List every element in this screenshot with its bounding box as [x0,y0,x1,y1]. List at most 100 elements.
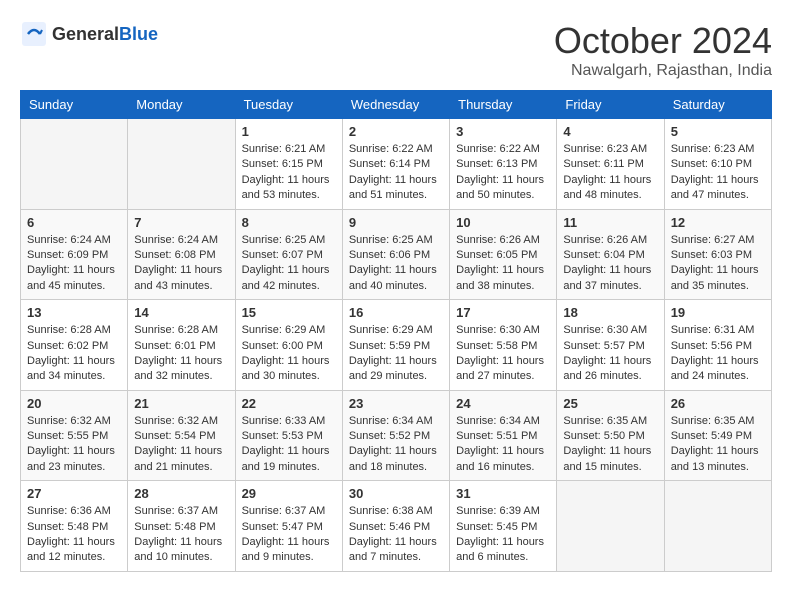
week-row-5: 27 Sunrise: 6:36 AM Sunset: 5:48 PM Dayl… [21,481,772,572]
calendar-cell [128,119,235,210]
sunset-label: Sunset: 5:46 PM [349,521,430,533]
day-number: 24 [456,396,550,411]
day-number: 2 [349,124,443,139]
day-info: Sunrise: 6:24 AM Sunset: 6:09 PM Dayligh… [27,233,121,295]
day-info: Sunrise: 6:35 AM Sunset: 5:49 PM Dayligh… [671,414,765,476]
logo: GeneralBlue [20,20,158,48]
calendar-cell: 5 Sunrise: 6:23 AM Sunset: 6:10 PM Dayli… [664,119,771,210]
sunset-label: Sunset: 5:59 PM [349,340,430,352]
day-info: Sunrise: 6:22 AM Sunset: 6:14 PM Dayligh… [349,142,443,204]
day-info: Sunrise: 6:27 AM Sunset: 6:03 PM Dayligh… [671,233,765,295]
day-info: Sunrise: 6:35 AM Sunset: 5:50 PM Dayligh… [563,414,657,476]
sunrise-label: Sunrise: 6:30 AM [563,324,647,336]
daylight-label: Daylight: 11 hours and 10 minutes. [134,536,222,563]
calendar-header-row: SundayMondayTuesdayWednesdayThursdayFrid… [21,91,772,119]
calendar-cell: 30 Sunrise: 6:38 AM Sunset: 5:46 PM Dayl… [342,481,449,572]
sunset-label: Sunset: 6:00 PM [242,340,323,352]
page-header: GeneralBlue October 2024 Nawalgarh, Raja… [20,20,772,80]
sunrise-label: Sunrise: 6:26 AM [563,234,647,246]
week-row-4: 20 Sunrise: 6:32 AM Sunset: 5:55 PM Dayl… [21,390,772,481]
daylight-label: Daylight: 11 hours and 42 minutes. [242,264,330,291]
day-number: 12 [671,215,765,230]
daylight-label: Daylight: 11 hours and 32 minutes. [134,355,222,382]
daylight-label: Daylight: 11 hours and 13 minutes. [671,445,759,472]
daylight-label: Daylight: 11 hours and 12 minutes. [27,536,115,563]
calendar-cell: 6 Sunrise: 6:24 AM Sunset: 6:09 PM Dayli… [21,209,128,300]
day-info: Sunrise: 6:21 AM Sunset: 6:15 PM Dayligh… [242,142,336,204]
day-info: Sunrise: 6:26 AM Sunset: 6:05 PM Dayligh… [456,233,550,295]
day-number: 31 [456,486,550,501]
sunset-label: Sunset: 5:53 PM [242,430,323,442]
calendar-cell: 24 Sunrise: 6:34 AM Sunset: 5:51 PM Dayl… [450,390,557,481]
day-info: Sunrise: 6:37 AM Sunset: 5:47 PM Dayligh… [242,504,336,566]
calendar-cell: 15 Sunrise: 6:29 AM Sunset: 6:00 PM Dayl… [235,300,342,391]
daylight-label: Daylight: 11 hours and 34 minutes. [27,355,115,382]
sunrise-label: Sunrise: 6:22 AM [456,143,540,155]
logo-icon [20,20,48,48]
daylight-label: Daylight: 11 hours and 27 minutes. [456,355,544,382]
day-number: 29 [242,486,336,501]
sunset-label: Sunset: 6:14 PM [349,158,430,170]
day-number: 23 [349,396,443,411]
sunrise-label: Sunrise: 6:25 AM [242,234,326,246]
calendar-cell: 11 Sunrise: 6:26 AM Sunset: 6:04 PM Dayl… [557,209,664,300]
day-header-monday: Monday [128,91,235,119]
sunrise-label: Sunrise: 6:36 AM [27,505,111,517]
day-number: 18 [563,305,657,320]
sunset-label: Sunset: 6:06 PM [349,249,430,261]
day-info: Sunrise: 6:36 AM Sunset: 5:48 PM Dayligh… [27,504,121,566]
sunset-label: Sunset: 5:51 PM [456,430,537,442]
calendar-cell: 25 Sunrise: 6:35 AM Sunset: 5:50 PM Dayl… [557,390,664,481]
sunset-label: Sunset: 6:03 PM [671,249,752,261]
day-info: Sunrise: 6:28 AM Sunset: 6:02 PM Dayligh… [27,323,121,385]
day-number: 20 [27,396,121,411]
sunset-label: Sunset: 5:47 PM [242,521,323,533]
daylight-label: Daylight: 11 hours and 30 minutes. [242,355,330,382]
daylight-label: Daylight: 11 hours and 18 minutes. [349,445,437,472]
day-info: Sunrise: 6:25 AM Sunset: 6:07 PM Dayligh… [242,233,336,295]
daylight-label: Daylight: 11 hours and 16 minutes. [456,445,544,472]
sunrise-label: Sunrise: 6:29 AM [242,324,326,336]
day-header-sunday: Sunday [21,91,128,119]
day-number: 19 [671,305,765,320]
calendar-cell: 1 Sunrise: 6:21 AM Sunset: 6:15 PM Dayli… [235,119,342,210]
calendar-cell: 22 Sunrise: 6:33 AM Sunset: 5:53 PM Dayl… [235,390,342,481]
sunset-label: Sunset: 5:56 PM [671,340,752,352]
sunset-label: Sunset: 5:52 PM [349,430,430,442]
calendar-cell: 10 Sunrise: 6:26 AM Sunset: 6:05 PM Dayl… [450,209,557,300]
calendar-cell: 23 Sunrise: 6:34 AM Sunset: 5:52 PM Dayl… [342,390,449,481]
logo-text-general: General [52,24,119,44]
day-number: 14 [134,305,228,320]
sunrise-label: Sunrise: 6:22 AM [349,143,433,155]
week-row-3: 13 Sunrise: 6:28 AM Sunset: 6:02 PM Dayl… [21,300,772,391]
day-header-wednesday: Wednesday [342,91,449,119]
sunset-label: Sunset: 6:09 PM [27,249,108,261]
sunrise-label: Sunrise: 6:21 AM [242,143,326,155]
calendar-cell: 20 Sunrise: 6:32 AM Sunset: 5:55 PM Dayl… [21,390,128,481]
day-info: Sunrise: 6:37 AM Sunset: 5:48 PM Dayligh… [134,504,228,566]
day-info: Sunrise: 6:32 AM Sunset: 5:55 PM Dayligh… [27,414,121,476]
sunrise-label: Sunrise: 6:33 AM [242,415,326,427]
sunset-label: Sunset: 5:49 PM [671,430,752,442]
sunrise-label: Sunrise: 6:24 AM [27,234,111,246]
week-row-1: 1 Sunrise: 6:21 AM Sunset: 6:15 PM Dayli… [21,119,772,210]
day-info: Sunrise: 6:39 AM Sunset: 5:45 PM Dayligh… [456,504,550,566]
day-info: Sunrise: 6:28 AM Sunset: 6:01 PM Dayligh… [134,323,228,385]
day-number: 27 [27,486,121,501]
title-section: October 2024 Nawalgarh, Rajasthan, India [554,20,772,80]
day-number: 15 [242,305,336,320]
day-number: 26 [671,396,765,411]
week-row-2: 6 Sunrise: 6:24 AM Sunset: 6:09 PM Dayli… [21,209,772,300]
daylight-label: Daylight: 11 hours and 21 minutes. [134,445,222,472]
sunset-label: Sunset: 6:07 PM [242,249,323,261]
calendar-cell [557,481,664,572]
sunrise-label: Sunrise: 6:35 AM [671,415,755,427]
sunset-label: Sunset: 5:54 PM [134,430,215,442]
sunset-label: Sunset: 5:58 PM [456,340,537,352]
calendar-cell: 27 Sunrise: 6:36 AM Sunset: 5:48 PM Dayl… [21,481,128,572]
sunset-label: Sunset: 6:10 PM [671,158,752,170]
calendar-cell: 31 Sunrise: 6:39 AM Sunset: 5:45 PM Dayl… [450,481,557,572]
daylight-label: Daylight: 11 hours and 38 minutes. [456,264,544,291]
day-info: Sunrise: 6:29 AM Sunset: 6:00 PM Dayligh… [242,323,336,385]
sunrise-label: Sunrise: 6:30 AM [456,324,540,336]
